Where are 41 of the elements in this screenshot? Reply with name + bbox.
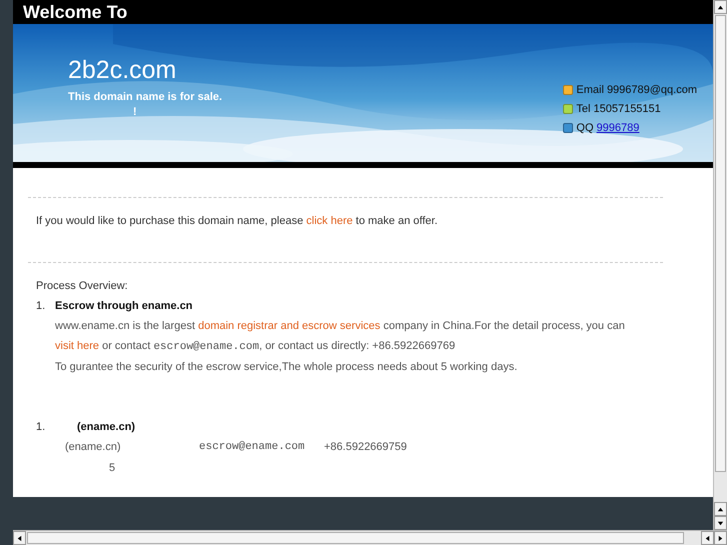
contact-link[interactable]: 9996789 <box>596 122 640 134</box>
page-title: Welcome To <box>23 2 128 22</box>
paragraph: If you would like to purchase this domain name, please click here to make an offer. <box>36 214 439 229</box>
scroll-up-button[interactable] <box>714 502 727 516</box>
scroll-thumb[interactable] <box>715 15 726 472</box>
contact-label: Email <box>576 84 604 96</box>
up-triangle-icon <box>717 4 724 10</box>
paragraph: To gurantee the security of the escrow service,The whole process needs about 5 working days. <box>55 360 518 375</box>
step-title: Escrow through ename.cn <box>55 299 193 314</box>
contact-text: +86.5922669759 <box>324 440 407 455</box>
vertical-scrollbar[interactable] <box>713 0 727 530</box>
contact-text: (ename.cn) <box>65 440 122 455</box>
step-title: (ename.cn) <box>77 420 136 435</box>
day-count: 5 <box>108 461 116 476</box>
tagline: This domain name is for sale. <box>68 91 222 103</box>
scroll-thumb[interactable] <box>27 532 684 544</box>
left-triangle-icon <box>16 534 23 542</box>
scroll-left-button[interactable] <box>13 531 26 545</box>
up-triangle-icon <box>717 506 724 512</box>
contact-text: escrow@ename.com <box>199 440 306 455</box>
scroll-right-button[interactable] <box>714 531 727 545</box>
left-triangle-icon <box>704 534 711 542</box>
down-triangle-icon <box>717 520 724 526</box>
horizontal-scrollbar[interactable] <box>13 530 727 545</box>
exclamation-mark: ! <box>133 106 137 118</box>
domain-name: 2b2c.com <box>68 56 178 85</box>
list-number: 1. <box>36 420 45 435</box>
link[interactable]: visit here <box>55 340 100 352</box>
contact-label: QQ <box>576 122 594 134</box>
paragraph: www.ename.cn is the largest domain registrar and escrow services company in China.For the detail process, you can visit here or contact escrow@ename.com, or contact us directly: +86.5922669769 <box>55 319 626 355</box>
link[interactable]: click here <box>306 215 353 227</box>
contact-label: Tel <box>576 103 590 115</box>
contact-value: 15057155151 <box>593 103 661 115</box>
contact-value: 9996789@qq.com <box>606 84 697 96</box>
scroll-left-button[interactable] <box>701 531 714 545</box>
scroll-down-button[interactable] <box>714 516 727 530</box>
scroll-up-button[interactable] <box>714 0 727 14</box>
link[interactable]: domain registrar and escrow services <box>198 320 380 332</box>
section-title: Process Overview: <box>36 279 129 294</box>
right-triangle-icon <box>717 534 724 542</box>
list-number: 1. <box>36 299 45 314</box>
